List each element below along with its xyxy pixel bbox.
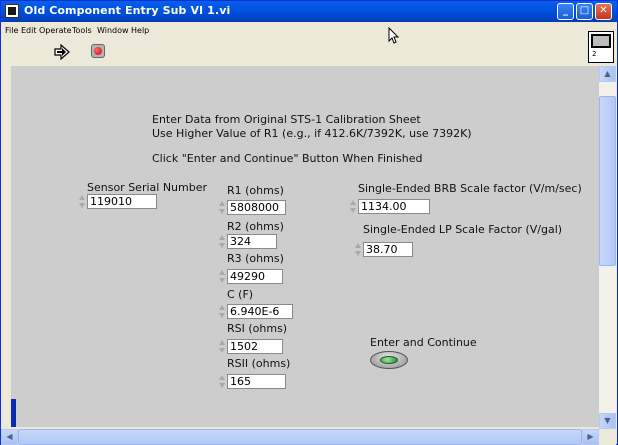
vertical-scrollbar[interactable]: ▲ ▼ [599, 66, 616, 429]
rsii-field[interactable]: 165 [227, 374, 286, 389]
title-bar[interactable]: Old Component Entry Sub VI 1.vi _ □ ✕ [1, 1, 617, 22]
menu-tools[interactable]: Tools [72, 26, 92, 35]
r3-increment[interactable] [219, 269, 225, 285]
mouse-cursor-icon [388, 27, 400, 44]
rsi-increment[interactable] [219, 339, 225, 355]
window-title: Old Component Entry Sub VI 1.vi [24, 4, 231, 17]
menu-file[interactable]: File [5, 26, 18, 35]
rsi-label: RSI (ohms) [227, 322, 288, 335]
horizontal-scrollbar[interactable]: ◀ ▶ [1, 429, 599, 445]
rsii-increment[interactable] [219, 374, 225, 390]
r2-field[interactable]: 324 [227, 234, 277, 249]
menu-operate[interactable]: Operate [39, 26, 72, 35]
menu-edit[interactable]: Edit [21, 26, 37, 35]
run-arrow-icon[interactable] [53, 44, 71, 60]
panel-edge-marker [11, 399, 16, 427]
brb-scale-label: Single-Ended BRB Scale factor (V/m/sec) [358, 182, 582, 195]
r1-increment[interactable] [219, 200, 225, 216]
enter-button-led-icon [380, 356, 398, 364]
vertical-scroll-thumb[interactable] [599, 96, 616, 266]
instruction-line-2: Use Higher Value of R1 (e.g., if 412.6K/… [152, 127, 472, 140]
c-label: C (F) [227, 288, 254, 301]
close-button[interactable]: ✕ [595, 3, 612, 20]
r2-label: R2 (ohms) [227, 220, 284, 233]
front-panel: Enter Data from Original STS-1 Calibrati… [11, 66, 599, 427]
r2-increment[interactable] [219, 234, 225, 250]
horizontal-scroll-thumb[interactable] [18, 429, 582, 445]
sensor-serial-field[interactable]: 119010 [87, 194, 157, 209]
r1-label: R1 (ohms) [227, 184, 284, 197]
c-increment[interactable] [219, 304, 225, 320]
scroll-up-icon[interactable]: ▲ [599, 66, 616, 82]
vi-icon[interactable]: 2 [588, 31, 614, 63]
vi-icon-number: 2 [592, 50, 597, 58]
scroll-right-icon[interactable]: ▶ [582, 429, 599, 445]
enter-continue-button[interactable] [370, 351, 408, 369]
lp-scale-increment[interactable] [355, 242, 361, 258]
sensor-serial-increment[interactable] [79, 194, 85, 210]
scroll-left-icon[interactable]: ◀ [1, 429, 18, 445]
minimize-button[interactable]: _ [557, 3, 574, 20]
maximize-button[interactable]: □ [576, 3, 593, 20]
menu-help[interactable]: Help [131, 26, 149, 35]
lp-scale-label: Single-Ended LP Scale Factor (V/gal) [363, 223, 563, 236]
r3-label: R3 (ohms) [227, 252, 284, 265]
instruction-line-1: Enter Data from Original STS-1 Calibrati… [152, 113, 421, 126]
rsii-label: RSII (ohms) [227, 357, 291, 370]
instruction-line-3: Click "Enter and Continue" Button When F… [152, 152, 423, 165]
sensor-serial-label: Sensor Serial Number [87, 181, 208, 194]
scroll-down-icon[interactable]: ▼ [599, 413, 616, 429]
menu-window[interactable]: Window [97, 26, 129, 35]
enter-continue-label: Enter and Continue [370, 336, 477, 349]
r3-field[interactable]: 49290 [227, 269, 283, 284]
abort-stop-icon[interactable] [91, 44, 105, 58]
lp-scale-field[interactable]: 38.70 [363, 242, 413, 257]
menu-bar: File Edit Operate Tools Window Help [1, 23, 617, 39]
labview-app-icon[interactable] [5, 4, 19, 18]
window: Old Component Entry Sub VI 1.vi _ □ ✕ Fi… [0, 0, 618, 445]
c-field[interactable]: 6.940E-6 [227, 304, 293, 319]
r1-field[interactable]: 5808000 [227, 200, 286, 215]
resize-grip[interactable] [599, 429, 616, 445]
brb-scale-field[interactable]: 1134.00 [358, 199, 430, 214]
rsi-field[interactable]: 1502 [227, 339, 283, 354]
brb-scale-increment[interactable] [350, 199, 356, 215]
